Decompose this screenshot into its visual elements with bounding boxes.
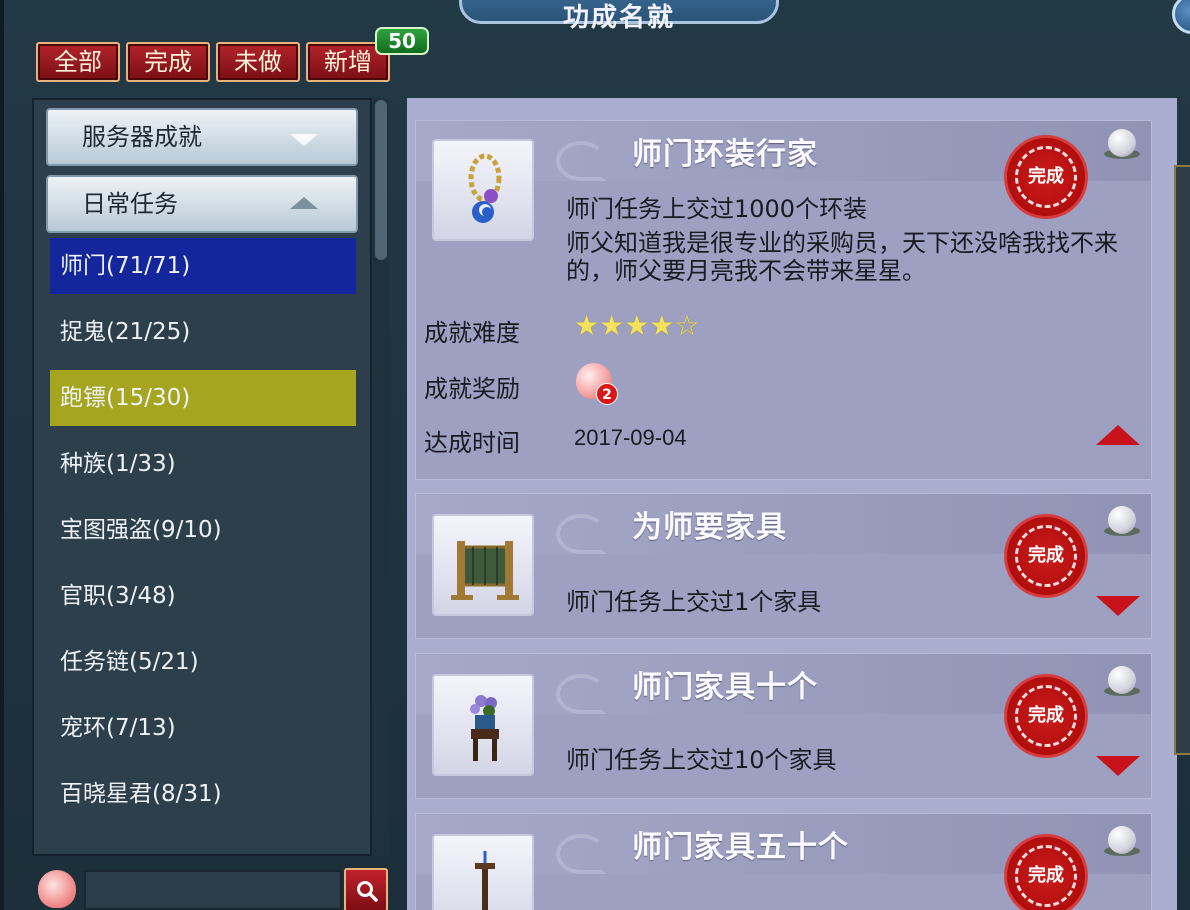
chevron-up-icon — [290, 197, 318, 209]
pearl-icon — [1102, 662, 1142, 700]
achievement-card[interactable]: 师门环装行家 师门任务上交过1000个环装 师父知道我是很专业的采购员，天下还没… — [415, 120, 1152, 480]
expand-arrow-icon[interactable] — [1096, 596, 1140, 616]
expand-arrow-icon[interactable] — [1096, 756, 1140, 776]
lamp-stand-icon — [475, 851, 495, 910]
completed-stamp: 完成 — [1004, 674, 1088, 758]
right-edge-scroll[interactable] — [1174, 165, 1190, 755]
search-button[interactable] — [344, 868, 388, 910]
reward-count: 2 — [596, 383, 618, 405]
dropdown-label: 服务器成就 — [82, 123, 202, 151]
category-item-renwulian[interactable]: 任务链(5/21) — [50, 634, 356, 690]
category-item-guanzhi[interactable]: 官职(3/48) — [50, 568, 356, 624]
chevron-down-icon — [290, 134, 318, 146]
achievement-flavor-text: 师父知道我是很专业的采购员，天下还没啥我找不来的，师父要月亮我不会带来星星。 — [566, 229, 1118, 285]
scrollbar-thumb[interactable] — [375, 100, 387, 260]
reward-peach-icon[interactable]: 2 — [574, 361, 618, 405]
time-label: 达成时间 — [424, 429, 520, 457]
completed-stamp: 完成 — [1004, 514, 1088, 598]
collapse-arrow-icon[interactable] — [1096, 425, 1140, 445]
achievement-window: 功成名就 全部 完成 未做 新增 50 服务器成就 日常任务 师门(71/71)… — [0, 0, 1190, 910]
category-item-shimen[interactable]: 师门(71/71) — [50, 238, 356, 294]
difficulty-label: 成就难度 — [424, 319, 520, 347]
category-item-baotu[interactable]: 宝图强盗(9/10) — [50, 502, 356, 558]
screen-furniture-icon — [451, 541, 519, 600]
dropdown-server-achievements[interactable]: 服务器成就 — [46, 108, 358, 166]
achievement-title: 师门环装行家 — [632, 137, 818, 172]
reward-label: 成就奖励 — [424, 375, 520, 403]
search-icon — [357, 881, 378, 902]
completed-stamp: 完成 — [1004, 135, 1088, 219]
achievement-item-frame — [432, 139, 534, 241]
achievement-desc: 师门任务上交过10个家具 — [566, 746, 837, 774]
achievement-card[interactable]: 师门家具五十个 完成 — [415, 813, 1152, 910]
category-item-zhuogui[interactable]: 捉鬼(21/25) — [50, 304, 356, 360]
category-item-chonghuan[interactable]: 宠环(7/13) — [50, 700, 356, 756]
category-item-zhongzu[interactable]: 种族(1/33) — [50, 436, 356, 492]
pearl-icon — [1102, 822, 1142, 860]
necklace-icon — [468, 153, 502, 223]
peach-icon — [38, 870, 76, 908]
new-count-badge: 50 — [375, 27, 429, 55]
category-scrollbar[interactable] — [373, 98, 389, 856]
completion-date: 2017-09-04 — [574, 425, 687, 450]
tab-completed[interactable]: 完成 — [126, 42, 210, 82]
tab-not-done[interactable]: 未做 — [216, 42, 300, 82]
achievement-item-frame — [432, 834, 534, 910]
achievement-title: 为师要家具 — [632, 510, 787, 545]
pearl-icon — [1102, 502, 1142, 540]
flower-stand-icon — [470, 695, 499, 761]
achievement-desc: 师门任务上交过1个家具 — [566, 588, 822, 616]
category-item-baixiao[interactable]: 百晓星君(8/31) — [50, 766, 356, 822]
search-input[interactable] — [84, 870, 342, 910]
category-item-paobiao[interactable]: 跑镖(15/30) — [50, 370, 356, 426]
achievement-title: 师门家具十个 — [632, 670, 818, 705]
tab-all[interactable]: 全部 — [36, 42, 120, 82]
dropdown-daily-tasks[interactable]: 日常任务 — [46, 175, 358, 233]
difficulty-stars: ★★★★☆ — [574, 309, 700, 342]
achievement-card[interactable]: 为师要家具 师门任务上交过1个家具 完成 — [415, 493, 1152, 639]
star-rating: ★★★★☆ — [574, 309, 700, 342]
achievement-desc: 师门任务上交过1000个环装 — [566, 195, 868, 223]
achievement-title: 师门家具五十个 — [632, 830, 849, 865]
close-button[interactable] — [1172, 0, 1190, 34]
completed-stamp: 完成 — [1004, 834, 1088, 910]
window-title-banner: 功成名就 — [459, 0, 779, 33]
achievement-card[interactable]: 师门家具十个 师门任务上交过10个家具 完成 — [415, 653, 1152, 799]
pearl-icon — [1102, 125, 1142, 163]
dropdown-label: 日常任务 — [82, 190, 178, 218]
window-title: 功成名就 — [562, 3, 675, 33]
achievement-item-frame — [432, 674, 534, 776]
achievement-item-frame — [432, 514, 534, 616]
